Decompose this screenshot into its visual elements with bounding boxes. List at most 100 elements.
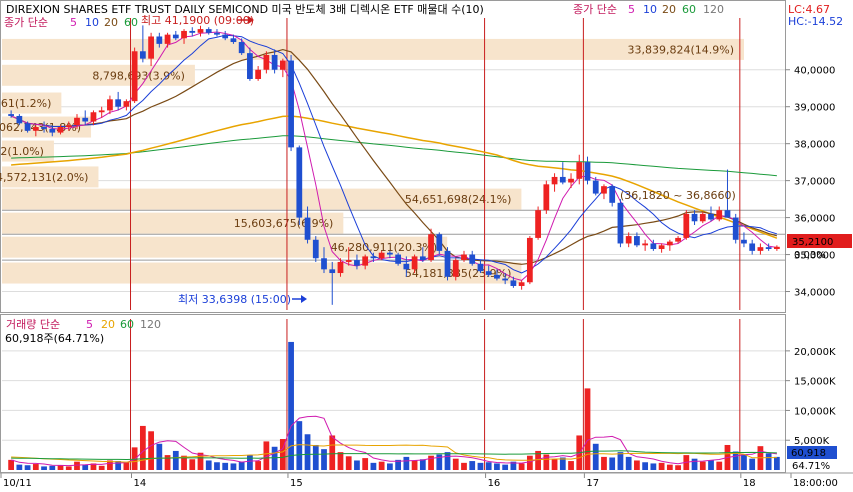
candle-body [263,54,270,70]
candle-body [543,184,550,211]
volume-bar [387,463,393,470]
candlestick-chart-svg: 33,839,824(14.9%) 8,798,693(3.9%) 2,798,26… [0,0,853,492]
volume-bar [518,463,525,470]
candle-body [452,260,459,277]
candle-body [395,254,401,264]
candle-body [716,210,723,220]
candle-body [749,243,756,251]
candle-body [675,237,681,242]
candle-body [205,29,212,33]
candle-body [568,178,574,183]
volume-bar [271,446,278,470]
volume-profile-label: 54,651,698(24.1%) [405,193,512,206]
volume-bar [370,462,377,470]
candle-body [247,53,253,79]
volume-bar [247,455,253,470]
candle-body [16,115,23,124]
candle-body [164,34,171,44]
candle-body [683,213,690,238]
candle-body [617,202,624,244]
volume-bar [732,451,739,470]
volume-bar [288,341,294,470]
legend-ma120: 120 [703,3,724,16]
candle-body [279,60,286,70]
candle-body [345,260,352,262]
volume-bar [485,462,492,470]
volume-bar [123,462,130,470]
candle-body [650,243,657,250]
candle-body [172,34,179,39]
candle-body [699,213,706,222]
price-tick-label: 37,0000 [794,177,835,188]
current-volume-pct: 64.71% [792,461,830,472]
candle-body [255,69,262,79]
candle-body [601,186,607,194]
candle-body [181,30,187,39]
volume-profile-label: 2,315,562(1.0%) [0,145,44,158]
candle-body [485,271,492,275]
volume-bar [24,465,31,470]
volume-bar [601,456,607,470]
volume-bar [172,450,179,470]
candle-body [156,36,163,44]
candle-body [502,278,509,281]
candle-body [238,42,245,54]
volume-bar [304,434,311,470]
volume-bar [222,462,229,470]
volume-bar [666,464,673,470]
volume-bar [345,456,352,470]
volume-bar [716,461,723,470]
volume-bar [403,456,410,470]
volume-bar [592,443,599,470]
volume-bar [419,459,426,470]
candle-body [535,210,541,238]
price-tick-label: 39,0000 [794,103,835,114]
volume-bar [634,460,640,470]
candle-body [115,99,122,107]
volume-bar [148,431,154,470]
legend-ma60: 60 [682,3,696,16]
legend-prefix-2: 종가 단순 [4,16,48,29]
volume-bar [494,463,500,470]
candle-body [526,237,533,283]
candle-body [403,263,410,270]
candle-body [197,29,204,33]
legend-ma5: 5 [628,3,635,16]
volume-bar [296,421,303,470]
volume-bar [477,462,484,470]
volume-profile-label: 2,798,261(1.2%) [0,97,51,110]
candle-body [288,60,294,148]
hc-label: HC:-14.52 [788,15,843,28]
candle-body [609,186,616,203]
volume-legend-prefix: 거래량 단순 [6,318,60,331]
volume-profile-label: 33,839,824(14.9%) [627,43,734,56]
candle-body [691,213,698,222]
volume-profile-label: 8,798,693(3.9%) [92,69,185,82]
price-tick-label: 34,0000 [794,288,835,299]
volume-bar [16,464,23,470]
candle-body [625,236,632,244]
stock-chart: 33,839,824(14.9%) 8,798,693(3.9%) 2,798,26… [0,0,853,492]
range-annotation: (36,1820 ~ 36,8660) [620,189,736,202]
volume-bar [708,460,714,470]
volume-bar [502,464,509,470]
candle-body [642,243,649,246]
candle-body [230,38,237,43]
volume-value-note: 60,918주(64.71%) [5,332,104,345]
candle-body [312,239,319,259]
legend2-ma20: 20 [104,16,118,29]
candle-body [510,280,517,286]
candle-body [57,127,64,133]
volume-bar [642,462,649,470]
volume-bar [568,461,574,470]
volume-bar [411,460,418,470]
x-tick-label: 10/11 [3,478,32,489]
volume-bar [329,435,336,470]
volume-bar [139,425,146,470]
volume-tick-label: 15,000K [794,377,836,388]
volume-bar [469,461,476,470]
price-tick-label: 38,0000 [794,140,835,151]
candle-body [49,128,56,133]
candle-body [98,110,105,113]
legend-ma10: 10 [643,3,657,16]
